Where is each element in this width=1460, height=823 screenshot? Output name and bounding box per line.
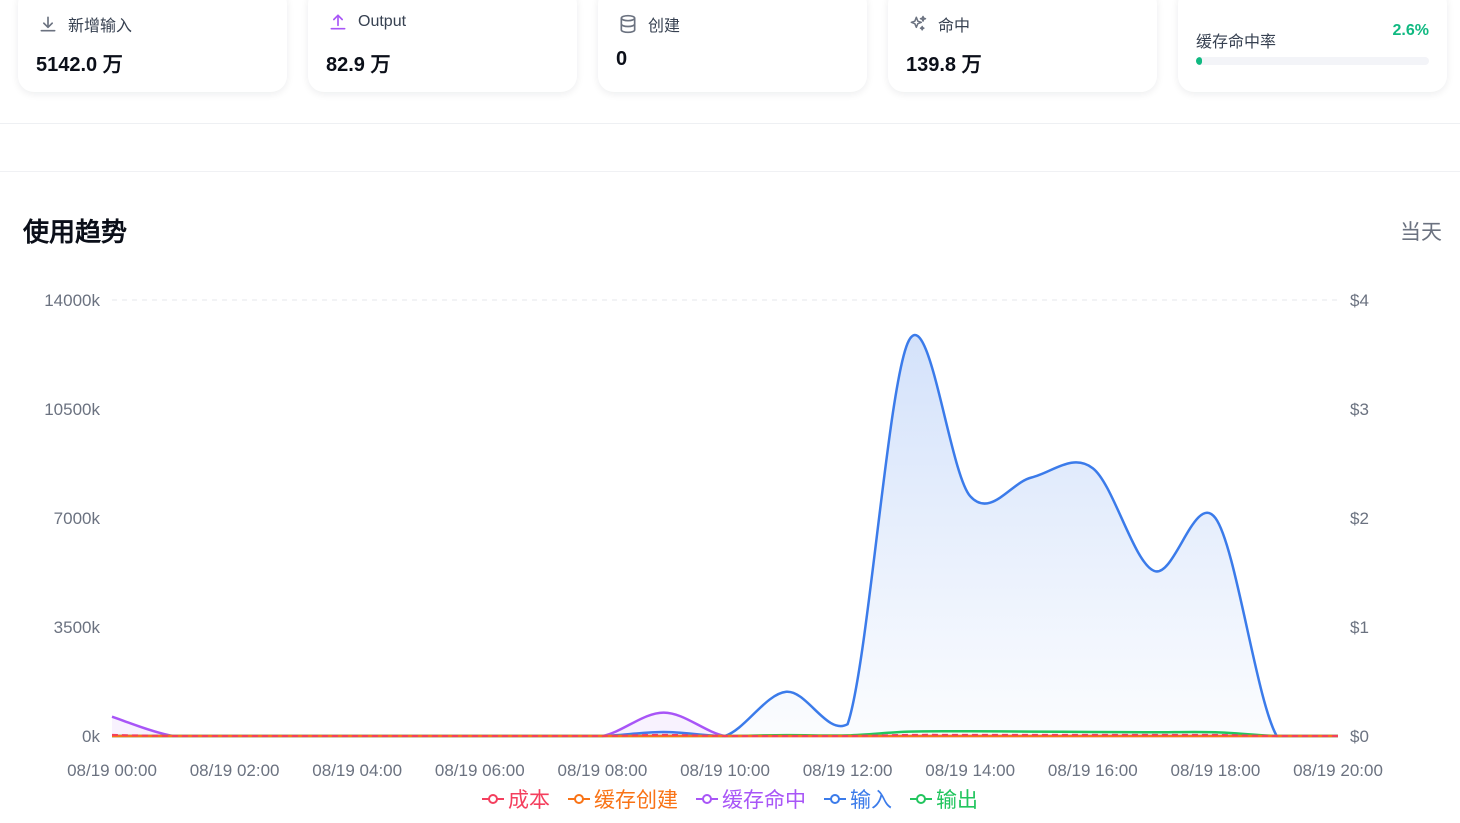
hit-rate-value: 2.6%: [1392, 22, 1429, 39]
legend-label: 缓存命中: [722, 789, 806, 812]
legend-marker-icon: [910, 794, 932, 804]
stat-label: 新增输入: [68, 18, 133, 35]
y-right-tick-label: $0: [1350, 727, 1369, 746]
legend-label: 输入: [850, 789, 892, 812]
legend-label: 缓存创建: [594, 789, 678, 812]
legend-item-0[interactable]: 成本: [482, 784, 550, 814]
legend-marker-icon: [696, 794, 718, 804]
x-tick-label: 08/19 04:00: [312, 761, 402, 780]
hit-rate-progress-fill: [1196, 57, 1203, 65]
legend-label: 输出: [936, 789, 978, 812]
x-tick-label: 08/19 10:00: [680, 761, 770, 780]
y-left-tick-label: 14000k: [44, 291, 100, 310]
x-tick-label: 08/19 18:00: [1170, 761, 1260, 780]
stat-label: 创建: [648, 18, 681, 35]
sparkles-icon: [910, 15, 927, 31]
stat-card-hit: 命中 139.8 万: [888, 0, 1157, 92]
x-tick-label: 08/19 02:00: [190, 761, 280, 780]
database-icon: [620, 14, 636, 34]
y-left-tick-label: 10500k: [44, 400, 100, 419]
stat-value: 139.8 万: [906, 54, 982, 76]
usage-trend-chart: 0k 3500k 7000k 10500k 14000k $0 $1 $2 $3 $4 08/19 …: [44, 291, 1383, 780]
x-tick-label: 08/19 14:00: [925, 761, 1015, 780]
stat-card-hit-rate: 缓存命中率 2.6%: [1178, 0, 1447, 92]
y-left-tick-label: 7000k: [54, 509, 101, 528]
page-title: 使用趋势: [23, 217, 128, 247]
y-left-tick-label: 3500k: [54, 618, 101, 637]
stats-cards-area: 新增输入 5142.0 万 Output 82.9 万 创建 0 命中 139.…: [0, 0, 1460, 124]
y-right-tick-label: $2: [1350, 509, 1369, 528]
x-tick-label: 08/19 20:00: [1293, 761, 1383, 780]
y-right-tick-label: $4: [1350, 291, 1369, 310]
x-tick-label: 08/19 08:00: [557, 761, 647, 780]
series-area-input: [112, 335, 1338, 736]
x-tick-label: 08/19 00:00: [67, 761, 157, 780]
stat-value: 82.9 万: [326, 54, 391, 76]
legend-item-2[interactable]: 缓存命中: [696, 784, 806, 814]
y-right-tick-label: $3: [1350, 400, 1369, 419]
legend-item-4[interactable]: 输出: [910, 784, 978, 814]
stat-card-new-input: 新增输入 5142.0 万: [18, 0, 287, 92]
stat-label: 命中: [938, 18, 971, 35]
y-right-tick-label: $1: [1350, 618, 1369, 637]
legend-label: 成本: [508, 789, 550, 812]
stat-value: 0: [616, 48, 628, 70]
download-icon: [40, 16, 56, 32]
x-tick-label: 08/19 06:00: [435, 761, 525, 780]
section-divider: [0, 171, 1460, 172]
chart-legend: 成本 缓存创建 缓存命中 输入 输出: [0, 784, 1460, 814]
legend-marker-icon: [568, 794, 590, 804]
x-tick-label: 08/19 12:00: [803, 761, 893, 780]
stat-label: 缓存命中率: [1196, 34, 1277, 51]
time-range-button[interactable]: 当天: [1400, 216, 1442, 246]
stat-value: 5142.0 万: [36, 54, 123, 76]
legend-marker-icon: [824, 794, 846, 804]
y-left-tick-label: 0k: [82, 727, 100, 746]
stat-card-create: 创建 0: [598, 0, 867, 92]
hit-rate-progress-track: [1196, 57, 1429, 65]
legend-item-3[interactable]: 输入: [824, 784, 892, 814]
stat-card-output: Output 82.9 万: [308, 0, 577, 92]
stat-label: Output: [358, 13, 407, 30]
upload-icon: [330, 14, 346, 30]
legend-marker-icon: [482, 794, 504, 804]
x-tick-label: 08/19 16:00: [1048, 761, 1138, 780]
legend-item-1[interactable]: 缓存创建: [568, 784, 678, 814]
